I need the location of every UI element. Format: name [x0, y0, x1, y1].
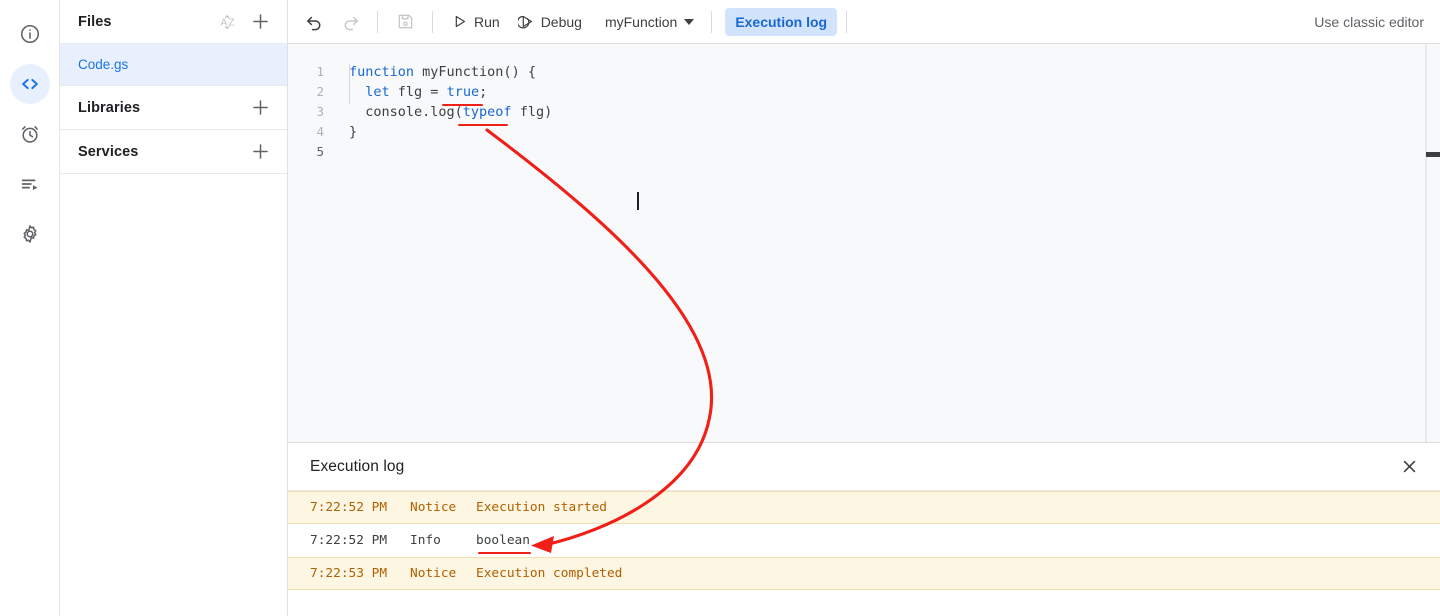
play-icon: [455, 15, 466, 28]
line-number: 4: [316, 124, 324, 139]
redo-icon[interactable]: [335, 7, 365, 37]
code-text: console.log(typeof flg): [349, 104, 553, 120]
toolbar-divider-3: [711, 10, 713, 33]
executions-icon[interactable]: [10, 164, 50, 204]
execution-log-panel: Execution log 7:22:52 PM Notice Executio…: [288, 443, 1440, 616]
toolbar-divider-1: [377, 10, 378, 33]
editor-toolbar: Run Debug myFunction Execution log Use c…: [288, 0, 1440, 44]
debug-icon: [517, 15, 532, 29]
line-number: 2: [316, 84, 324, 99]
code-content[interactable]: 1 function myFunction() { 2 let flg = tr…: [288, 44, 1440, 442]
execution-log-toggle-label: Execution log: [735, 13, 828, 30]
libraries-section-header: Libraries: [60, 86, 287, 130]
log-level: Info: [410, 533, 441, 548]
function-select-value: myFunction: [604, 13, 678, 30]
triggers-icon[interactable]: [10, 114, 50, 154]
close-icon[interactable]: [1394, 452, 1424, 482]
code-text: }: [349, 124, 358, 140]
files-panel: Files A Z Code.gs Libraries Services: [60, 0, 288, 616]
file-item-code-gs[interactable]: Code.gs: [60, 44, 287, 86]
run-button[interactable]: Run: [442, 7, 509, 37]
log-time: 7:22:52 PM: [310, 500, 388, 515]
left-icon-rail: [0, 0, 60, 616]
execution-log-rows: 7:22:52 PM Notice Execution started 7:22…: [288, 491, 1440, 616]
line-number: 5: [316, 144, 324, 159]
execution-log-header: Execution log: [288, 443, 1440, 491]
code-line: 1 function myFunction() {: [288, 62, 1440, 82]
line-number: 3: [316, 104, 324, 119]
code-text: function myFunction() {: [349, 64, 536, 80]
apps-script-editor: Files A Z Code.gs Libraries Services Run…: [0, 0, 1440, 616]
undo-icon[interactable]: [299, 7, 329, 37]
add-file-icon[interactable]: [247, 9, 273, 35]
services-section-header: Services: [60, 130, 287, 174]
editor-icon[interactable]: [9, 64, 50, 104]
overview-icon[interactable]: [10, 14, 50, 54]
log-row: 7:22:52 PM Notice Execution started: [288, 491, 1440, 524]
minimap-thumb[interactable]: [1426, 152, 1440, 157]
log-row: 7:22:53 PM Notice Execution completed: [288, 557, 1440, 590]
code-line: 4 }: [288, 122, 1440, 142]
code-line: 5: [288, 142, 1440, 162]
toolbar-divider-4: [846, 10, 848, 33]
sort-az-icon[interactable]: A Z: [215, 9, 241, 35]
main-column: Run Debug myFunction Execution log Use c…: [288, 0, 1440, 616]
services-section-title: Services: [78, 143, 139, 160]
log-level: Notice: [410, 500, 457, 515]
code-line: 2 let flg = true;: [288, 82, 1440, 102]
code-text: let flg = true;: [365, 84, 488, 100]
indent-guide: [349, 64, 350, 104]
log-message: Execution completed: [476, 566, 623, 581]
log-level: Notice: [410, 566, 457, 581]
debug-label: Debug: [540, 13, 582, 30]
save-icon[interactable]: [390, 7, 420, 37]
function-select[interactable]: myFunction: [597, 7, 702, 37]
libraries-section-title: Libraries: [78, 99, 141, 116]
execution-log-toggle[interactable]: Execution log: [725, 7, 838, 36]
use-classic-editor-link[interactable]: Use classic editor: [1314, 14, 1428, 30]
code-editor[interactable]: 1 function myFunction() { 2 let flg = tr…: [288, 44, 1440, 443]
log-message: boolean: [476, 533, 530, 548]
file-item-label: Code.gs: [78, 57, 129, 72]
log-row: 7:22:52 PM Info boolean: [288, 524, 1440, 557]
debug-button[interactable]: Debug: [509, 7, 591, 37]
add-service-icon[interactable]: [247, 139, 273, 165]
editor-minimap[interactable]: [1426, 44, 1440, 442]
run-label: Run: [474, 13, 500, 30]
chevron-down-icon: [684, 18, 695, 25]
log-time: 7:22:52 PM: [310, 533, 388, 548]
settings-icon[interactable]: [10, 214, 50, 254]
add-library-icon[interactable]: [247, 95, 273, 121]
code-line: 3 console.log(typeof flg): [288, 102, 1440, 122]
files-section-title: Files: [78, 13, 112, 30]
execution-log-title: Execution log: [310, 457, 405, 475]
log-time: 7:22:53 PM: [310, 566, 388, 581]
text-cursor: [637, 192, 639, 210]
files-section-header: Files A Z: [60, 0, 287, 44]
files-panel-empty-space: [60, 174, 287, 616]
line-number: 1: [316, 64, 324, 79]
toolbar-divider-2: [432, 10, 433, 33]
log-message: Execution started: [476, 500, 607, 515]
